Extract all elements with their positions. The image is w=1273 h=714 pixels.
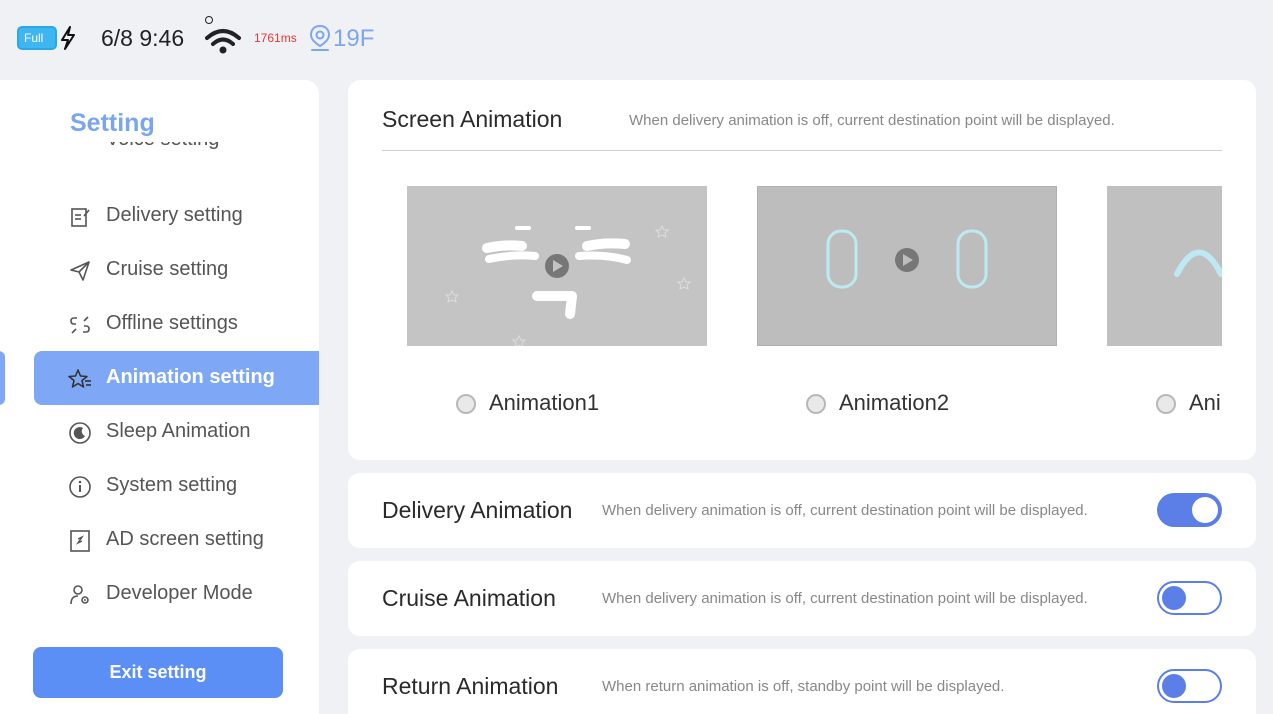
delivery-animation-title: Delivery Animation	[382, 497, 573, 523]
paper-plane-icon	[70, 261, 90, 281]
clock: 6/8 9:46	[101, 25, 185, 51]
charging-bolt-icon	[61, 26, 75, 50]
delivery-animation-toggle[interactable]	[1157, 493, 1222, 527]
cruise-animation-row: Cruise Animation When delivery animation…	[348, 561, 1256, 636]
face-animation-preview	[444, 224, 692, 348]
return-animation-title: Return Animation	[382, 673, 559, 699]
sidebar-item-scrolled-out[interactable]: Voice setting	[70, 142, 270, 154]
exit-setting-button[interactable]: Exit setting	[33, 647, 283, 698]
sidebar-item-label: Delivery setting	[106, 204, 243, 226]
animation3-preview[interactable]	[1107, 186, 1222, 346]
delivery-animation-row: Delivery Animation When delivery animati…	[348, 473, 1256, 548]
return-animation-toggle[interactable]	[1157, 669, 1222, 703]
cruise-animation-title: Cruise Animation	[382, 585, 556, 611]
animation3-label: Animation3	[1189, 390, 1222, 415]
floor-label: 19F	[333, 25, 375, 52]
sidebar-item-offline[interactable]: Offline settings	[34, 297, 319, 351]
sidebar-item-label: Offline settings	[106, 312, 238, 334]
sidebar-item-label: Cruise setting	[106, 258, 229, 280]
unlink-icon	[70, 316, 90, 334]
battery-icon: Full	[17, 26, 57, 50]
toggle-knob	[1192, 497, 1218, 523]
settings-sidebar: Setting Voice setting Delivery setting C…	[0, 80, 319, 714]
return-animation-description: When return animation is off, standby po…	[602, 678, 1005, 695]
sidebar-item-ad-screen[interactable]: AD screen setting	[34, 513, 319, 567]
sidebar-title: Setting	[70, 109, 155, 137]
star-icon	[68, 369, 91, 388]
toggle-knob	[1162, 674, 1186, 698]
sidebar-item-label: Developer Mode	[106, 582, 253, 604]
sidebar-item-delivery[interactable]: Delivery setting	[34, 189, 319, 243]
delivery-animation-description: When delivery animation is off, current …	[602, 502, 1088, 519]
eyes-animation-preview	[826, 229, 988, 289]
screen-animation-title: Screen Animation	[382, 106, 563, 132]
animation1-label: Animation1	[489, 390, 600, 415]
screen-animation-card: Screen Animation When delivery animation…	[348, 80, 1256, 460]
location-pin-icon	[309, 24, 331, 51]
sidebar-item-developer[interactable]: Developer Mode	[34, 567, 319, 621]
animation-options-strip: Animation1 Animation2 Animation3	[382, 166, 1222, 446]
animation1-preview[interactable]	[407, 186, 707, 348]
status-bar: Full 6/8 9:46 1761ms 19F	[0, 0, 1273, 76]
cruise-animation-description: When delivery animation is off, current …	[602, 590, 1088, 607]
animation1-radio[interactable]	[456, 394, 476, 414]
toggle-knob	[1162, 586, 1186, 610]
ad-icon	[70, 530, 90, 552]
info-icon	[69, 476, 91, 498]
battery-label: Full	[24, 31, 44, 45]
animation2-label: Animation2	[839, 390, 950, 415]
sidebar-item-label: Animation setting	[106, 366, 275, 388]
animation2-radio[interactable]	[806, 394, 826, 414]
sidebar-item-label: AD screen setting	[106, 528, 264, 550]
arc-animation-preview	[1174, 249, 1222, 277]
active-indicator	[0, 351, 5, 405]
sidebar-item-label: System setting	[106, 474, 238, 496]
wifi-icon	[205, 16, 241, 54]
sidebar-item-sleep[interactable]: Sleep Animation	[34, 405, 319, 459]
sleep-icon	[69, 422, 91, 444]
sidebar-item-cruise[interactable]: Cruise setting	[34, 243, 319, 297]
developer-icon	[70, 585, 89, 605]
latency-readout: 1761ms	[254, 31, 297, 45]
animation3-radio[interactable]	[1156, 394, 1176, 414]
return-animation-row: Return Animation When return animation i…	[348, 649, 1256, 714]
sidebar-item-label: Sleep Animation	[106, 420, 251, 442]
sidebar-item-animation[interactable]: Animation setting	[34, 351, 319, 405]
screen-animation-description: When delivery animation is off, current …	[629, 112, 1115, 129]
sidebar-item-label: Voice setting	[106, 142, 219, 151]
sidebar-item-system[interactable]: System setting	[34, 459, 319, 513]
animation2-preview[interactable]	[757, 186, 1057, 346]
cruise-animation-toggle[interactable]	[1157, 581, 1222, 615]
divider	[382, 150, 1222, 151]
checklist-icon	[71, 208, 90, 227]
